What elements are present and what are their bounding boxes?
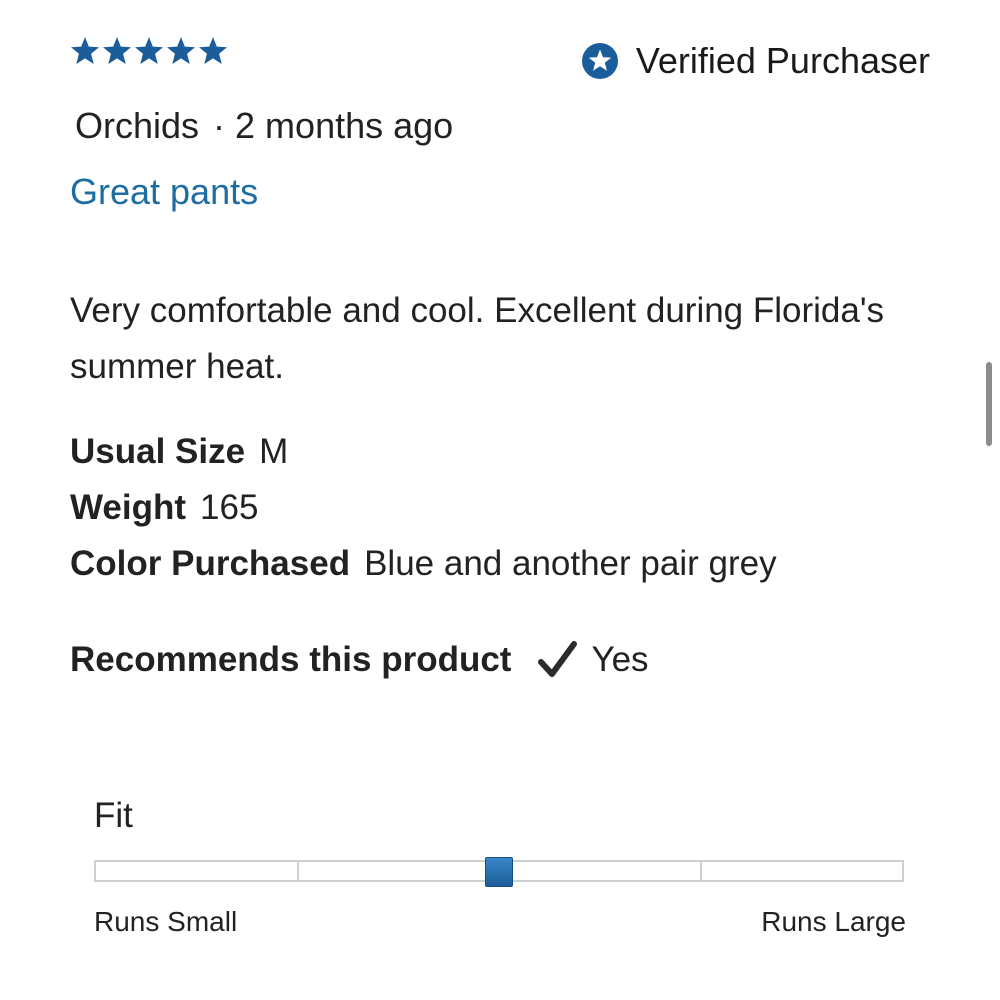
star-icon	[167, 37, 195, 64]
fit-label: Fit	[94, 796, 133, 835]
attribute-value: Blue and another pair grey	[364, 544, 777, 583]
review-card: Verified Purchaser Orchids · 2 months ago …	[0, 0, 1000, 1000]
attribute-usual-size: Usual Size M	[70, 432, 288, 472]
star-rating	[70, 36, 228, 66]
author-name: Orchids	[75, 105, 200, 146]
attribute-value: M	[259, 432, 289, 471]
fit-min-label: Runs Small	[94, 906, 238, 937]
fit-max-label: Runs Large	[761, 906, 906, 937]
attribute-color-purchased: Color Purchased Blue and another pair gre…	[70, 544, 777, 584]
fit-segment-divider	[297, 862, 299, 880]
review-body: Very comfortable and cool. Excellent dur…	[70, 291, 885, 386]
star-icon	[71, 37, 99, 64]
attribute-weight: Weight 165	[70, 488, 258, 528]
star-icon	[103, 37, 131, 64]
review-title: Great pants	[70, 171, 259, 212]
star-badge-icon	[581, 43, 618, 79]
recommends-value: Yes	[591, 640, 649, 679]
fit-scale-marker	[485, 857, 513, 887]
attribute-label: Usual Size	[70, 432, 246, 471]
separator: ·	[213, 105, 226, 146]
recommends-label: Recommends this product	[70, 640, 512, 679]
star-icon	[135, 37, 163, 64]
verified-label: Verified Purchaser	[635, 40, 930, 81]
recommends-product: Recommends this product Yes	[70, 638, 649, 682]
star-icon	[199, 37, 227, 64]
review-time: 2 months ago	[235, 105, 454, 146]
scrollbar[interactable]	[986, 362, 992, 446]
verified-purchaser-badge: Verified Purchaser	[581, 40, 930, 82]
attribute-label: Color Purchased	[70, 544, 351, 583]
attribute-value: 165	[200, 488, 259, 527]
fit-segment-divider	[700, 862, 702, 880]
checkmark-icon	[538, 641, 578, 677]
author-line: Orchids · 2 months ago	[75, 105, 453, 147]
attribute-label: Weight	[70, 488, 187, 527]
